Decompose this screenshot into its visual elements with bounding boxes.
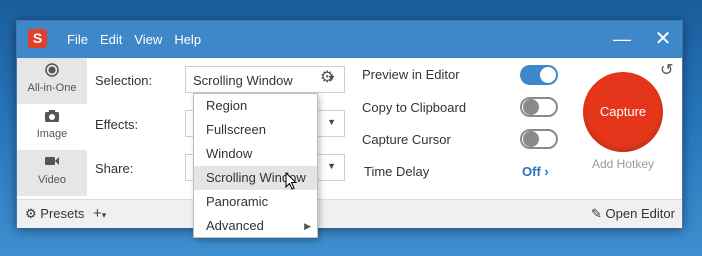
capture-mode-sidebar: All-in-One Image Video xyxy=(17,58,87,198)
selection-label: Selection: xyxy=(95,73,153,88)
time-delay-setting[interactable]: Off › xyxy=(522,164,549,179)
gears-icon: ⚙ xyxy=(25,206,37,221)
sidebar-item-video[interactable]: Video xyxy=(17,150,87,196)
toggle-knob xyxy=(523,99,539,115)
menu-item-region[interactable]: Region xyxy=(194,94,317,118)
menu-item-label: Advanced xyxy=(206,218,264,233)
open-editor-label: Open Editor xyxy=(605,206,675,221)
capture-cursor-toggle[interactable] xyxy=(520,129,558,149)
sidebar-item-image[interactable]: Image xyxy=(17,104,87,150)
footer-bar: ⚙ Presets +▾ ✎ Open Editor xyxy=(17,199,682,228)
camera-icon xyxy=(17,104,87,126)
sidebar-item-label: Video xyxy=(38,174,66,186)
chevron-right-icon: › xyxy=(544,164,549,179)
menu-item-advanced[interactable]: Advanced ▶ xyxy=(194,214,317,238)
menu-help[interactable]: Help xyxy=(174,32,201,47)
chevron-down-icon: ▼ xyxy=(327,117,336,127)
mouse-pointer-icon xyxy=(285,172,297,190)
toggle-knob xyxy=(523,131,539,147)
share-label: Share: xyxy=(95,161,134,176)
gear-icon[interactable]: ⚙ xyxy=(320,67,334,87)
menu-item-panoramic[interactable]: Panoramic xyxy=(194,190,317,214)
copy-to-clipboard-toggle[interactable] xyxy=(520,97,558,117)
selection-value: Scrolling Window xyxy=(193,73,293,88)
menu-item-fullscreen[interactable]: Fullscreen xyxy=(194,118,317,142)
menu-view[interactable]: View xyxy=(134,32,162,47)
title-bar: S File Edit View Help — ✕ xyxy=(17,21,682,58)
capture-cursor-label: Capture Cursor xyxy=(362,132,451,147)
time-delay-value: Off xyxy=(522,164,541,179)
menu-edit[interactable]: Edit xyxy=(100,32,122,47)
minimize-button[interactable]: — xyxy=(602,21,642,58)
menu-item-window[interactable]: Window xyxy=(194,142,317,166)
presets-button[interactable]: ⚙ Presets xyxy=(25,206,84,222)
chevron-down-icon: ▾ xyxy=(101,210,107,220)
snagit-logo-icon: S xyxy=(28,29,47,48)
open-editor-button[interactable]: ✎ Open Editor xyxy=(591,206,675,222)
snagit-capture-window: S File Edit View Help — ✕ All-in-One Ima… xyxy=(16,20,683,238)
sidebar-item-label: All-in-One xyxy=(27,82,77,94)
plus-icon: + xyxy=(93,205,102,222)
menu-item-scrolling-window[interactable]: Scrolling Window xyxy=(194,166,317,190)
video-camera-icon xyxy=(17,150,87,172)
capture-button[interactable]: Capture xyxy=(583,72,663,152)
record-icon xyxy=(17,58,87,80)
toggle-knob xyxy=(540,67,556,83)
selection-options-menu: Region Fullscreen Window Scrolling Windo… xyxy=(193,93,318,238)
close-button[interactable]: ✕ xyxy=(643,21,683,58)
chevron-down-icon: ▼ xyxy=(327,161,336,171)
add-hotkey-link[interactable]: Add Hotkey xyxy=(592,157,654,171)
sidebar-item-all-in-one[interactable]: All-in-One xyxy=(17,58,87,104)
reset-icon[interactable]: ↺ xyxy=(660,60,673,80)
effects-label: Effects: xyxy=(95,117,139,132)
chevron-right-icon: ▶ xyxy=(304,221,311,231)
preview-in-editor-label: Preview in Editor xyxy=(362,67,460,82)
add-preset-button[interactable]: +▾ xyxy=(93,205,106,222)
presets-label: Presets xyxy=(40,206,85,221)
copy-to-clipboard-label: Copy to Clipboard xyxy=(362,100,467,115)
preview-in-editor-toggle[interactable] xyxy=(520,65,558,85)
time-delay-label: Time Delay xyxy=(364,164,430,179)
menu-file[interactable]: File xyxy=(67,32,88,47)
edit-icon: ✎ xyxy=(591,206,602,221)
sidebar-item-label: Image xyxy=(36,128,68,140)
menu-bar: File Edit View Help xyxy=(67,21,213,58)
